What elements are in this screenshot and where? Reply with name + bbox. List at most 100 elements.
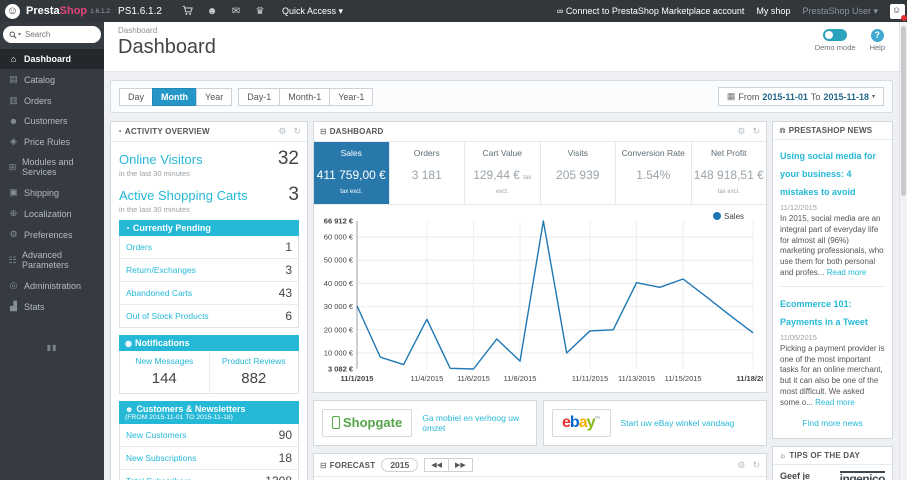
news-article-title[interactable]: Ecommerce 101: Payments in a Tweet bbox=[780, 299, 868, 327]
user-avatar[interactable]: ☺ bbox=[890, 3, 907, 21]
refresh-icon[interactable]: ↻ bbox=[752, 460, 760, 471]
sidebar-item-administration[interactable]: ◎ Administration bbox=[0, 275, 104, 296]
demo-mode-control: Demo mode bbox=[815, 29, 856, 52]
phone-icon bbox=[332, 416, 340, 429]
shop-version-link[interactable]: PS1.6.1.2 bbox=[118, 6, 162, 17]
kpi-sales[interactable]: Sales 411 759,00 € tax excl. bbox=[314, 142, 390, 204]
kpi-net-profit[interactable]: Net Profit 148 918,51 € tax excl. bbox=[692, 142, 767, 204]
svg-text:Sales: Sales bbox=[724, 212, 744, 221]
read-more-link[interactable]: Read more bbox=[827, 268, 867, 277]
tips-of-the-day-panel: ☼ TIPS OF THE DAY ingenico Payment servi… bbox=[772, 445, 893, 480]
date-from: 2015-11-01 bbox=[762, 91, 808, 102]
online-visitors-value: 32 bbox=[277, 148, 299, 169]
read-more-link[interactable]: Read more bbox=[815, 398, 855, 407]
sidebar-item-customers[interactable]: ☻ Customers bbox=[0, 111, 104, 131]
kpi-conversion-rate[interactable]: Conversion Rate 1.54% bbox=[616, 142, 692, 204]
sidebar-item-catalog[interactable]: ▤ Catalog bbox=[0, 69, 104, 90]
catalog-icon: ▤ bbox=[9, 74, 18, 84]
range-year-button[interactable]: Year bbox=[196, 87, 233, 106]
sidebar-nav: ▾ ⌂Dashboard ▤Catalog ▥Orders ☻Customers… bbox=[0, 22, 104, 480]
cart-icon[interactable] bbox=[176, 5, 200, 16]
svg-text:3 082 €: 3 082 € bbox=[328, 365, 354, 374]
my-shop-link[interactable]: My shop bbox=[756, 6, 790, 16]
sidebar-item-stats[interactable]: ▟ Stats bbox=[0, 296, 104, 317]
sidebar-item-localization[interactable]: ⊕ Localization bbox=[0, 203, 104, 224]
search-input[interactable] bbox=[25, 30, 84, 39]
kpi-visits[interactable]: Visits 205 939 bbox=[541, 142, 616, 204]
customers-row-new-customers[interactable]: New Customers 90 bbox=[120, 424, 298, 447]
range-month-1-button[interactable]: Month-1 bbox=[279, 87, 331, 106]
page-scrollbar[interactable] bbox=[899, 22, 907, 480]
demo-mode-toggle[interactable] bbox=[823, 29, 848, 41]
sidebar-item-advanced-parameters[interactable]: ☷ Advanced Parameters bbox=[0, 245, 104, 275]
active-carts-link[interactable]: Active Shopping Carts bbox=[119, 188, 248, 203]
trophy-icon[interactable]: ♛ bbox=[248, 6, 272, 17]
price-rules-icon: ◈ bbox=[10, 136, 17, 146]
gear-icon[interactable]: ⚙ bbox=[737, 126, 745, 137]
messages-icon[interactable]: ✉ bbox=[224, 6, 248, 17]
news-article-title[interactable]: Using social media for your business: 4 … bbox=[780, 151, 876, 197]
ebay-link[interactable]: Start uw eBay winkel vandaag bbox=[621, 418, 735, 428]
refresh-icon[interactable]: ↻ bbox=[293, 126, 301, 137]
scrollbar-thumb[interactable] bbox=[901, 26, 906, 196]
quick-access-menu[interactable]: Quick Access ▾ bbox=[282, 6, 343, 17]
refresh-icon[interactable]: ↻ bbox=[752, 126, 760, 137]
sidebar-item-shipping[interactable]: ▣ Shipping bbox=[0, 182, 104, 203]
marketplace-link[interactable]: ∞ Connect to PrestaShop Marketplace acco… bbox=[557, 6, 745, 16]
range-button-group: Day Month Year bbox=[119, 87, 233, 106]
find-more-news-link[interactable]: Find more news bbox=[780, 418, 885, 428]
pending-row-orders[interactable]: Orders 1 bbox=[120, 236, 298, 259]
search-scope-caret-icon[interactable]: ▾ bbox=[18, 31, 21, 38]
range-day-button[interactable]: Day bbox=[119, 87, 154, 106]
pending-row-returns[interactable]: Return/Exchanges 3 bbox=[120, 259, 298, 282]
product-reviews-cell[interactable]: Product Reviews 882 bbox=[208, 351, 299, 393]
range-year-1-button[interactable]: Year-1 bbox=[329, 87, 374, 106]
sidebar-item-dashboard[interactable]: ⌂ Dashboard bbox=[0, 49, 104, 69]
sidebar-item-modules[interactable]: ⊞ Modules and Services bbox=[0, 152, 104, 182]
pending-row-abandoned-carts[interactable]: Abandoned Carts 43 bbox=[120, 282, 298, 305]
new-messages-cell[interactable]: New Messages 144 bbox=[120, 351, 209, 393]
sales-chart: 66 912 € 60 000 € 50 000 € 40 000 € 30 000 €… bbox=[314, 205, 769, 392]
kpi-cart-value[interactable]: Cart Value 129,44 € tax excl. bbox=[465, 142, 541, 204]
customers-newsletters-header: ☻ Customers & Newsletters (FROM 2015-11-01… bbox=[119, 401, 299, 424]
customers-row-new-subscriptions[interactable]: New Subscriptions 18 bbox=[120, 447, 298, 470]
admin-version: 1.6.1.2 bbox=[90, 7, 111, 15]
forecast-next-button[interactable]: ▶▶ bbox=[448, 458, 473, 472]
gear-icon[interactable]: ⚙ bbox=[278, 126, 286, 137]
top-bar: ☺ PrestaShop 1.6.1.2 PS1.6.1.2 ☻ ✉ ♛ Qui… bbox=[0, 0, 907, 22]
help-icon[interactable]: ? bbox=[870, 29, 884, 42]
forecast-prev-button[interactable]: ◀◀ bbox=[424, 458, 450, 472]
forecast-panel: ⊟ FORECAST 2015 ◀◀ ▶▶ ⚙↻ Traffic Convers… bbox=[313, 453, 767, 480]
modules-icon: ⊞ bbox=[8, 161, 17, 172]
pending-row-out-of-stock[interactable]: Out of Stock Products 6 bbox=[120, 305, 298, 327]
customers-icon: ☻ bbox=[8, 116, 19, 126]
sidebar-item-orders[interactable]: ▥ Orders bbox=[0, 90, 104, 111]
pending-icon: ◔ bbox=[125, 224, 130, 233]
lightbulb-icon: ☼ bbox=[779, 450, 787, 460]
kpi-orders[interactable]: Orders 3 181 bbox=[390, 142, 465, 204]
customers-notification-icon[interactable]: ☻ bbox=[200, 6, 224, 17]
breadcrumb[interactable]: Dashboard bbox=[118, 26, 887, 35]
main-area: Dashboard Dashboard Demo mode ? Help Day… bbox=[104, 22, 899, 480]
shopgate-link[interactable]: Ga mobiel en verhoog uw omzet bbox=[422, 413, 528, 433]
range-month-button[interactable]: Month bbox=[152, 87, 198, 106]
search-icon bbox=[9, 30, 17, 39]
news-article: Using social media for your business: 4 … bbox=[780, 151, 884, 277]
stats-icon: ▟ bbox=[10, 301, 17, 311]
online-visitors-link[interactable]: Online Visitors bbox=[119, 152, 203, 167]
prestashop-logo-icon: ☺ bbox=[5, 3, 20, 19]
collapse-menu-icon[interactable]: ▮▮ bbox=[0, 343, 104, 352]
sidebar-item-price-rules[interactable]: ◈ Price Rules bbox=[0, 131, 104, 152]
gear-icon[interactable]: ⚙ bbox=[737, 460, 745, 471]
page-title: Dashboard bbox=[118, 36, 216, 58]
notification-badge bbox=[901, 14, 907, 21]
date-range-picker[interactable]: ▦ From 2015-11-01 To 2015-11-18 ▾ bbox=[717, 87, 884, 106]
range-day-1-button[interactable]: Day-1 bbox=[238, 87, 281, 106]
customers-row-total-subscribers[interactable]: Total Subscribers1308 bbox=[120, 470, 298, 480]
sidebar-search[interactable]: ▾ bbox=[3, 26, 101, 43]
user-menu[interactable]: PrestaShop User ▾ bbox=[802, 6, 878, 17]
activity-icon: ◔ bbox=[117, 127, 122, 136]
dashboard-icon: ⌂ bbox=[10, 54, 17, 64]
administration-icon: ◎ bbox=[9, 280, 18, 290]
sidebar-item-preferences[interactable]: ⚙ Preferences bbox=[0, 224, 104, 245]
